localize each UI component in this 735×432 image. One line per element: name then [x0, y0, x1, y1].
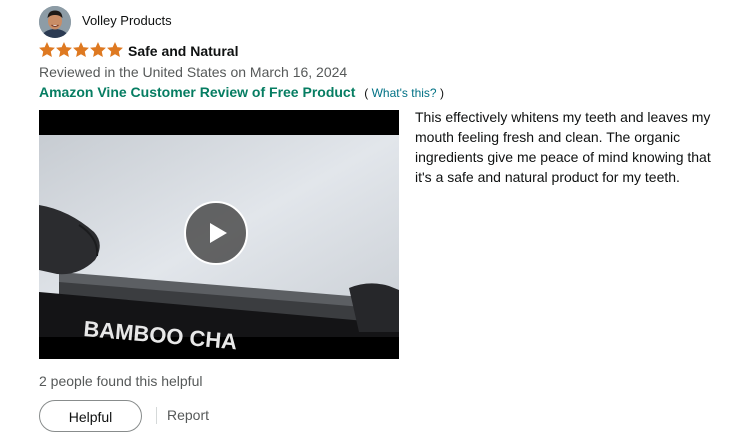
reviewer-avatar[interactable]: [39, 6, 71, 38]
star-icon: [90, 42, 106, 58]
vine-open-paren: (: [364, 86, 369, 100]
vine-label: Amazon Vine Customer Review of Free Prod…: [39, 84, 356, 100]
review-video-player[interactable]: BAMBOO CHA: [39, 110, 399, 359]
play-icon: [210, 223, 227, 243]
star-icon: [73, 42, 89, 58]
review-body: This effectively whitens my teeth and le…: [415, 109, 711, 185]
vine-badge: Amazon Vine Customer Review of Free Prod…: [39, 84, 444, 100]
divider: [156, 407, 157, 424]
report-link[interactable]: Report: [167, 407, 209, 423]
whats-this-link[interactable]: What's this?: [372, 86, 437, 100]
play-button[interactable]: [184, 201, 248, 265]
vine-close-paren: ): [439, 86, 444, 100]
helpful-count: 2 people found this helpful: [39, 373, 203, 389]
review-date: Reviewed in the United States on March 1…: [39, 64, 348, 80]
reviewer-name[interactable]: Volley Products: [82, 13, 172, 28]
review-title[interactable]: Safe and Natural: [128, 43, 238, 59]
avatar-image: [39, 6, 71, 38]
star-icon: [56, 42, 72, 58]
helpful-button[interactable]: Helpful: [39, 400, 142, 432]
star-icon: [39, 42, 55, 58]
vine-info: ( What's this? ): [364, 86, 444, 100]
star-icon: [107, 42, 123, 58]
star-rating[interactable]: [39, 42, 123, 58]
